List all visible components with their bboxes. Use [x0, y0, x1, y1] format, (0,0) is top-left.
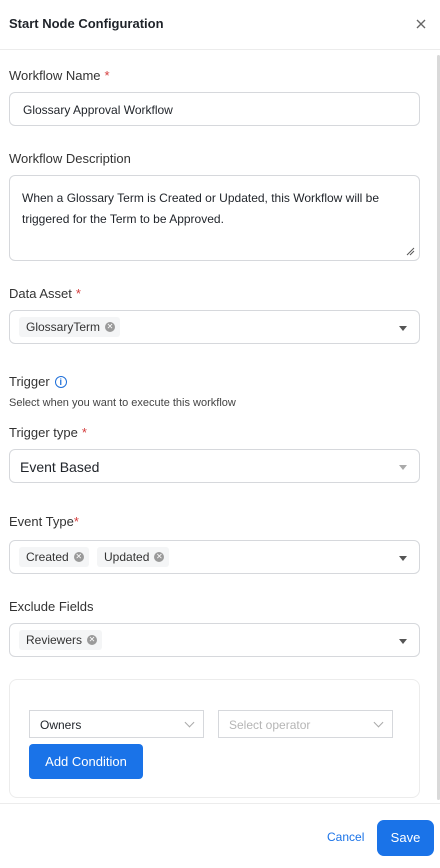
event-type-label: Event Type*	[9, 514, 79, 529]
drawer-header: Start Node Configuration	[0, 0, 440, 50]
trigger-type-value: Event Based	[20, 459, 100, 475]
required-marker: *	[73, 514, 79, 529]
chevron-down-icon[interactable]	[399, 639, 407, 644]
chevron-down-icon	[184, 717, 195, 728]
workflow-description-textarea[interactable]: When a Glossary Term is Created or Updat…	[9, 175, 420, 261]
condition-operator-select[interactable]: Select operator	[218, 710, 393, 738]
required-marker: *	[104, 68, 110, 83]
workflow-description-value: When a Glossary Term is Created or Updat…	[22, 191, 380, 226]
condition-field-value: Owners	[40, 718, 82, 732]
close-icon[interactable]	[414, 17, 428, 31]
tag-glossaryterm: GlossaryTerm ✕	[19, 317, 121, 337]
tag-updated: Updated ✕	[97, 547, 170, 567]
trigger-type-label: Trigger type *	[9, 425, 87, 440]
add-condition-button[interactable]: Add Condition	[29, 744, 143, 779]
tag-created: Created ✕	[19, 547, 89, 567]
save-button[interactable]: Save	[377, 820, 434, 856]
info-icon[interactable]: i	[54, 376, 67, 388]
chevron-down-icon	[373, 717, 384, 728]
workflow-name-input[interactable]: Glossary Approval Workflow	[9, 92, 420, 126]
condition-field-select[interactable]: Owners	[29, 710, 204, 738]
start-node-config-drawer: Start Node Configuration Workflow Name * …	[0, 0, 440, 868]
tag-remove-icon[interactable]: ✕	[154, 552, 165, 562]
event-type-label-text: Event Type	[9, 514, 74, 529]
trigger-type-label-text: Trigger type	[9, 425, 78, 440]
condition-operator-placeholder: Select operator	[229, 718, 311, 732]
data-asset-label: Data Asset *	[9, 286, 81, 301]
workflow-name-value: Glossary Approval Workflow	[23, 103, 173, 117]
chevron-down-icon[interactable]	[399, 326, 407, 331]
drawer-footer: Cancel Save	[0, 803, 440, 868]
resize-grip-icon[interactable]	[406, 247, 415, 256]
chevron-down-icon[interactable]	[399, 556, 407, 561]
tag-reviewers: Reviewers ✕	[19, 630, 103, 650]
trigger-type-select[interactable]: Event Based	[9, 449, 420, 483]
required-marker: *	[81, 425, 87, 440]
tag-remove-icon[interactable]: ✕	[73, 552, 84, 562]
tag-label: GlossaryTerm	[26, 320, 101, 334]
tag-label: Created	[26, 550, 69, 564]
exclude-fields-label: Exclude Fields	[9, 599, 94, 614]
workflow-name-label: Workflow Name *	[9, 68, 110, 83]
workflow-description-label: Workflow Description	[9, 151, 131, 166]
data-asset-label-text: Data Asset	[9, 286, 72, 301]
trigger-title-text: Trigger	[9, 374, 50, 389]
tag-label: Reviewers	[26, 633, 83, 647]
trigger-help-text: Select when you want to execute this wor…	[9, 397, 236, 409]
exclude-fields-select[interactable]: Reviewers ✕	[9, 623, 420, 657]
tag-remove-icon[interactable]: ✕	[87, 635, 98, 645]
required-marker: *	[75, 286, 81, 301]
workflow-name-label-text: Workflow Name	[9, 68, 101, 83]
event-type-select[interactable]: Created ✕ Updated ✕	[9, 540, 420, 574]
condition-builder: Owners Select operator Add Condition	[9, 679, 420, 798]
chevron-down-icon[interactable]	[399, 465, 407, 470]
tag-label: Updated	[104, 550, 150, 564]
trigger-section-title: Trigger i	[9, 374, 67, 389]
drawer-title: Start Node Configuration	[9, 16, 164, 31]
cancel-button[interactable]: Cancel	[327, 830, 364, 844]
data-asset-select[interactable]: GlossaryTerm ✕	[9, 310, 420, 344]
tag-remove-icon[interactable]: ✕	[105, 322, 116, 332]
